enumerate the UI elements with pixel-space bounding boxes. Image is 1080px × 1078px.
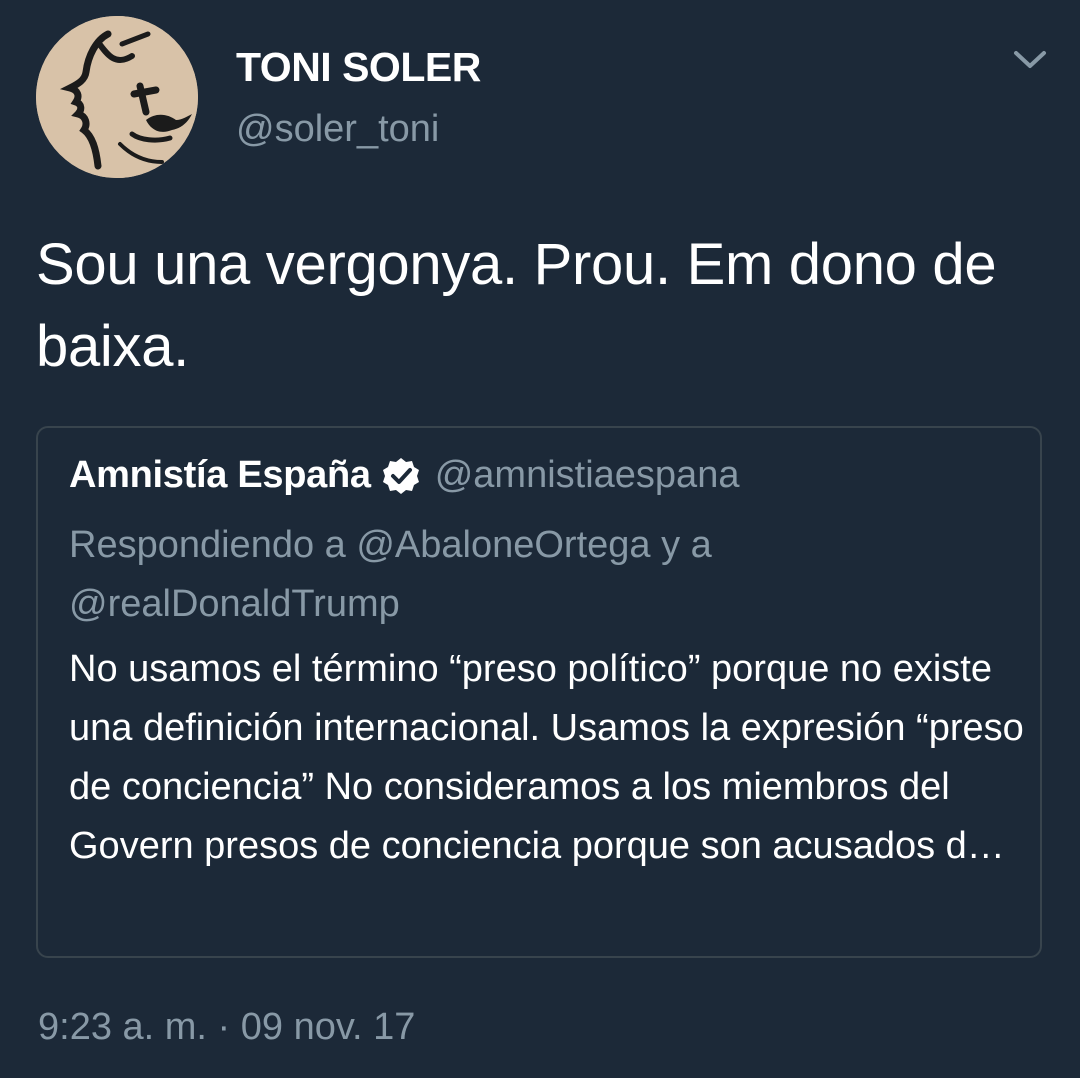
quoted-author-handle: @amnistiaespana [434, 454, 740, 496]
avatar-drawing [36, 16, 198, 178]
avatar[interactable] [36, 16, 198, 178]
quoted-tweet-card[interactable]: Amnistía España @amnistiaespana Respondi… [36, 426, 1042, 958]
author-display-name[interactable]: TONI SOLER [236, 44, 481, 91]
tweet: TONI SOLER @soler_toni Sou una vergonya.… [0, 0, 1080, 1078]
verified-badge-icon [381, 456, 421, 496]
tweet-timestamp: 9:23 a. m. · 09 nov. 17 [38, 1006, 416, 1048]
tweet-text: Sou una vergonya. Prou. Em dono de baixa… [36, 232, 997, 379]
reply-context: Respondiendo a @AbaloneOrtega y a @realD… [69, 524, 712, 625]
author-handle[interactable]: @soler_toni [236, 108, 439, 151]
quoted-tweet-header: Amnistía España @amnistiaespana [69, 454, 739, 497]
chevron-down-icon[interactable] [1010, 44, 1050, 74]
quoted-tweet-text: No usamos el término “preso político” po… [69, 648, 1024, 867]
quoted-author-display-name: Amnistía España [69, 454, 371, 496]
